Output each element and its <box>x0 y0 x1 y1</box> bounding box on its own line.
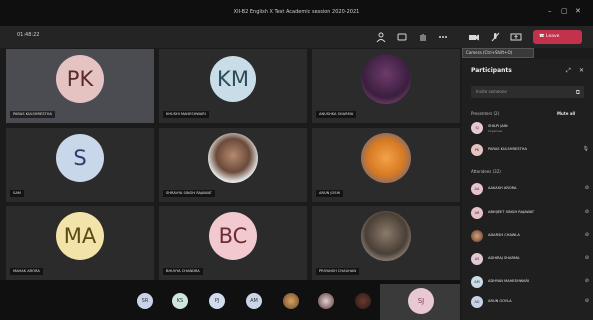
participant-row[interactable]: ADARSH CHAWLA ⊘ <box>471 229 589 243</box>
participant-chip[interactable]: PJ <box>209 293 225 309</box>
mic-off-icon: ⊘ <box>584 255 589 261</box>
participant-photo-chip[interactable] <box>318 293 334 309</box>
participant-row[interactable]: AM ADHYAN MAHESHWARI ⊘ <box>471 275 589 289</box>
avatar: S <box>56 133 104 182</box>
presenters-header[interactable]: Presenters (2) <box>471 111 499 116</box>
participant-name: BHUVYA CHANDRA <box>163 268 203 275</box>
invite-search-input[interactable]: Invite someone ⧉ <box>471 86 584 98</box>
video-tile[interactable]: PRIYANSH CHAUHAN <box>312 206 460 280</box>
mic-off-icon: ⊘ <box>584 298 589 304</box>
profile-photo <box>361 210 411 261</box>
profile-photo <box>208 132 258 183</box>
mic-off-icon: ⊘ <box>584 232 589 238</box>
share-screen-icon[interactable] <box>510 31 522 43</box>
camera-tooltip: Camera (Ctrl+Shift+O) <box>462 48 534 58</box>
participant-name: MAHAK ARORA <box>10 268 43 275</box>
video-grid: PK PARAS KULSHRESTHA KM KHUSHI MAHESHWAR… <box>6 49 460 280</box>
raise-hand-icon[interactable] <box>417 31 429 43</box>
participant-role: Organiser <box>488 129 503 133</box>
popout-icon[interactable]: ⤢ <box>566 67 571 75</box>
participants-panel: Participants ⤢ ✕ Invite someone ⧉ Presen… <box>462 59 593 320</box>
avatar: AG <box>471 296 483 308</box>
maximize-icon[interactable]: ▢ <box>561 7 568 15</box>
participant-row[interactable]: PK PARAS KULSHRESTHA 🎙 <box>471 143 589 157</box>
participant-name: PARAS KULSHRESTHA <box>10 111 55 118</box>
meeting-timer: 01:48:22 <box>17 32 40 38</box>
video-tile[interactable]: ARUN JOSHI <box>312 128 460 202</box>
avatar: AS <box>471 253 483 265</box>
mic-icon[interactable] <box>489 31 501 43</box>
mute-all-button[interactable]: Mute all <box>557 111 575 116</box>
mic-off-icon: ⊘ <box>584 209 589 215</box>
minimize-icon[interactable]: – <box>548 7 552 15</box>
participant-name: SAM <box>10 190 24 197</box>
video-tile[interactable]: ANUSHKA SHARMA <box>312 49 460 123</box>
avatar: PK <box>471 144 483 156</box>
participant-name: ABHIJEET SINGH RAJAWAT <box>488 210 535 214</box>
video-tile[interactable]: PK PARAS KULSHRESTHA <box>6 49 154 123</box>
participant-name: SHILPI JAIN <box>488 124 508 128</box>
participant-row[interactable]: AS ADHIRAJ SHARMA ⊘ <box>471 252 589 266</box>
participant-name: ANUSHKA SHARMA <box>316 111 357 118</box>
participant-name: PRIYANSH CHAUHAN <box>316 268 360 275</box>
participant-row[interactable]: AR ABHIJEET SINGH RAJAWAT ⊘ <box>471 206 589 220</box>
participant-name: ADARSH CHAWLA <box>488 233 520 237</box>
mic-icon: 🎙 <box>582 146 589 152</box>
participant-name: ADHYAN MAHESHWARI <box>488 279 530 283</box>
participant-chip[interactable]: SR <box>137 293 153 309</box>
participant-name: ARUN JOSHI <box>316 190 344 197</box>
participant-chip[interactable]: KS <box>172 293 188 309</box>
participant-photo-chip[interactable] <box>283 293 299 309</box>
self-avatar: SJ <box>408 288 434 314</box>
avatar: KM <box>210 55 256 102</box>
avatar-photo <box>471 230 483 242</box>
participant-name: SHRAVYA SINGH RAJAWAT <box>163 190 215 197</box>
participant-photo-chip[interactable] <box>355 293 371 309</box>
leave-button[interactable]: ☎ Leave <box>533 30 582 44</box>
title-bar: XII-B2 English X Test Academic session 2… <box>0 0 593 26</box>
participant-chip[interactable]: AM <box>246 293 262 309</box>
avatar: AM <box>471 276 483 288</box>
video-tile[interactable]: S SAM <box>6 128 154 202</box>
self-view[interactable]: SJ <box>380 284 460 320</box>
chat-icon[interactable] <box>396 31 408 43</box>
mic-off-icon: ⊘ <box>584 185 589 191</box>
share-invite-icon[interactable]: ⧉ <box>576 87 580 99</box>
video-tile[interactable]: KM KHUSHI MAHESHWARI <box>159 49 307 123</box>
video-tile[interactable]: SHRAVYA SINGH RAJAWAT <box>159 128 307 202</box>
window-title: XII-B2 English X Test Academic session 2… <box>233 9 360 15</box>
leave-label: Leave <box>546 34 560 39</box>
camera-icon[interactable] <box>468 31 480 43</box>
people-icon[interactable] <box>375 31 387 43</box>
video-tile[interactable]: MA MAHAK ARORA <box>6 206 154 280</box>
profile-photo <box>361 132 411 183</box>
participant-name: AAKASH ARORA <box>488 186 517 190</box>
participant-row[interactable]: SJ SHILPI JAIN Organiser <box>471 121 589 135</box>
avatar: BC <box>209 211 257 260</box>
close-icon[interactable]: ✕ <box>579 67 584 74</box>
participant-name: KHUSHI MAHESHWARI <box>163 111 209 118</box>
close-icon[interactable]: ✕ <box>575 7 581 15</box>
avatar: PK <box>56 54 104 103</box>
participant-row[interactable]: AA AAKASH ARORA ⊘ <box>471 182 589 196</box>
attendees-header[interactable]: Attendees (32) <box>471 169 501 174</box>
phone-icon: ☎ <box>539 34 547 39</box>
avatar: AA <box>471 183 483 195</box>
profile-photo <box>361 53 411 104</box>
more-options-icon[interactable] <box>437 31 449 43</box>
mic-off-icon: ⊘ <box>584 278 589 284</box>
participant-name: ARUN GOYLA <box>488 299 512 303</box>
avatar: AR <box>471 207 483 219</box>
meeting-toolbar: 01:48:22 ☎ Leave <box>0 26 593 48</box>
participant-row[interactable]: AG ARUN GOYLA ⊘ <box>471 295 589 309</box>
panel-title: Participants <box>471 67 512 74</box>
avatar: SJ <box>471 122 483 134</box>
video-tile[interactable]: BC BHUVYA CHANDRA <box>159 206 307 280</box>
search-placeholder: Invite someone <box>476 89 507 94</box>
avatar: MA <box>56 211 104 260</box>
participant-name: PARAS KULSHRESTHA <box>488 147 527 151</box>
participant-name: ADHIRAJ SHARMA <box>488 256 520 260</box>
